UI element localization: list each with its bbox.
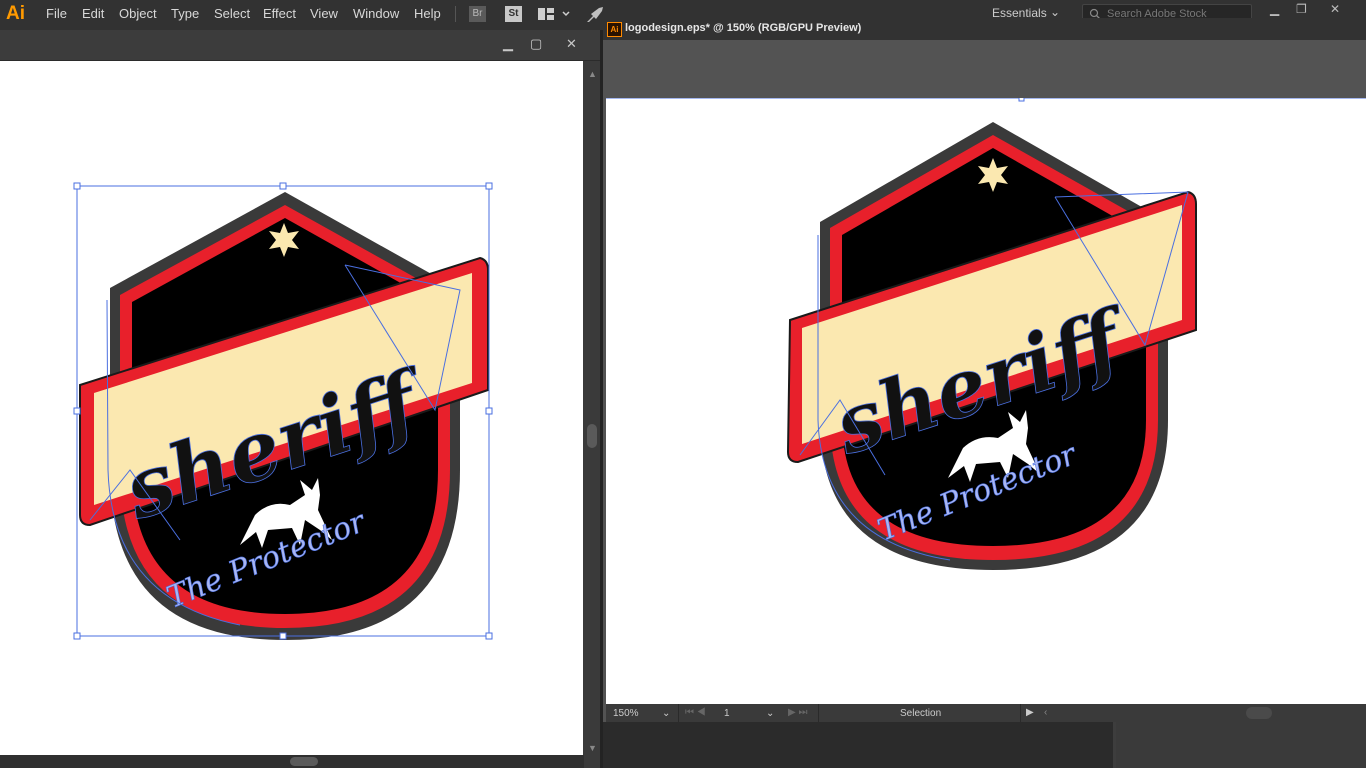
status-menu-icon[interactable]: ▶ <box>1026 707 1034 718</box>
panel-dock <box>1116 722 1366 768</box>
selection-handle[interactable] <box>73 407 81 415</box>
menu-edit[interactable]: Edit <box>82 6 104 21</box>
selection-handle[interactable] <box>279 632 287 640</box>
menu-window[interactable]: Window <box>353 6 399 21</box>
right-badge-artwork[interactable]: sheriff The Protector <box>606 98 1366 704</box>
minimize-icon[interactable]: ▁ <box>503 36 513 52</box>
left-document-window: ▁ ▢ ✕ sheriff The Protector ▲ ▼ <box>0 30 600 768</box>
artboard-number[interactable]: 1 <box>724 708 730 719</box>
menu-file[interactable]: File <box>46 6 67 21</box>
toolbar-separator <box>455 6 456 22</box>
maximize-icon[interactable]: ▢ <box>530 36 542 52</box>
zoom-dropdown-icon[interactable]: ⌄ <box>662 708 670 719</box>
bottom-panel-area <box>603 722 1366 768</box>
left-badge-artwork[interactable]: sheriff The Protector <box>0 61 583 755</box>
gpu-rocket-icon[interactable] <box>585 6 605 22</box>
next-artboard-icon[interactable]: ▶ ⏭ <box>788 707 807 718</box>
status-separator <box>678 704 679 722</box>
scroll-down-icon[interactable]: ▼ <box>588 743 597 753</box>
menu-select[interactable]: Select <box>214 6 250 21</box>
selection-handle[interactable] <box>1018 98 1025 102</box>
selection-handle[interactable] <box>485 182 493 190</box>
menu-type[interactable]: Type <box>171 6 199 21</box>
first-artboard-icon[interactable]: ⏮ ◀ <box>685 707 706 718</box>
ai-file-icon: Ai <box>607 22 622 37</box>
illustrator-logo: Ai <box>6 3 25 24</box>
stock-icon[interactable]: St <box>505 6 522 22</box>
menu-view[interactable]: View <box>310 6 338 21</box>
left-vertical-scrollbar[interactable]: ▲ ▼ <box>584 61 600 755</box>
right-artboard[interactable]: sheriff The Protector <box>606 98 1366 704</box>
scroll-thumb[interactable] <box>587 424 597 448</box>
selection-handle[interactable] <box>73 632 81 640</box>
right-document-window: Ai logodesign.eps* @ 150% (RGB/GPU Previ… <box>603 18 1366 768</box>
menu-help[interactable]: Help <box>414 6 441 21</box>
left-horizontal-scrollbar[interactable] <box>0 755 584 768</box>
scroll-left-icon[interactable]: ‹ <box>1044 707 1047 718</box>
app-restore-icon[interactable]: ❐ <box>1296 2 1307 16</box>
left-window-titlebar: ▁ ▢ ✕ <box>0 30 600 61</box>
selection-handle[interactable] <box>73 182 81 190</box>
app-minimize-icon[interactable]: ▁ <box>1270 2 1279 16</box>
document-tab[interactable]: Ai logodesign.eps* @ 150% (RGB/GPU Previ… <box>603 18 1366 40</box>
pasteboard[interactable] <box>606 40 1366 98</box>
left-artboard[interactable]: sheriff The Protector <box>0 61 583 755</box>
selection-handle[interactable] <box>279 182 287 190</box>
menu-object[interactable]: Object <box>119 6 157 21</box>
zoom-level[interactable]: 150% <box>613 708 639 719</box>
scroll-thumb[interactable] <box>1246 707 1272 719</box>
status-separator <box>1020 704 1021 722</box>
menu-effect[interactable]: Effect <box>263 6 296 21</box>
scroll-up-icon[interactable]: ▲ <box>588 69 597 79</box>
artboard-dropdown-icon[interactable]: ⌄ <box>766 708 774 719</box>
selection-handle[interactable] <box>485 632 493 640</box>
current-tool: Selection <box>900 708 942 719</box>
document-title: logodesign.eps* @ 150% (RGB/GPU Preview) <box>625 22 862 34</box>
app-close-icon[interactable]: ✕ <box>1330 2 1340 16</box>
chevron-down-icon: ⌄ <box>1050 5 1061 19</box>
selection-handle[interactable] <box>485 407 493 415</box>
status-separator <box>818 704 819 722</box>
scroll-thumb[interactable] <box>290 757 318 766</box>
status-bar: 150% ⌄ ⏮ ◀ 1 ⌄ ▶ ⏭ Selection ▶ ‹ <box>606 704 1366 722</box>
close-icon[interactable]: ✕ <box>566 36 577 52</box>
bridge-icon[interactable]: Br <box>469 6 486 22</box>
arrange-documents-icon[interactable] <box>537 6 573 22</box>
